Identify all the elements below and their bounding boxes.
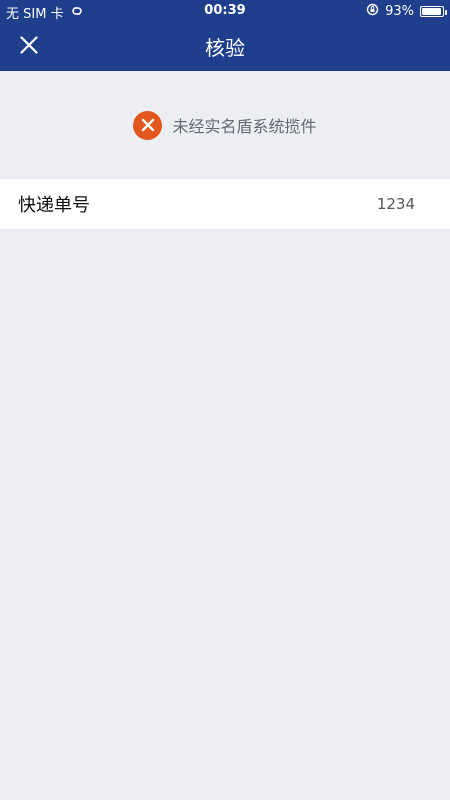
battery-cap bbox=[445, 10, 447, 15]
page-title: 核验 bbox=[205, 36, 245, 60]
screen: 无 SIM 卡 00:39 93% 核验 未经实名盾系统揽件 快递单号 1234 bbox=[0, 0, 450, 800]
verification-result: 未经实名盾系统揽件 bbox=[0, 108, 450, 142]
battery-icon bbox=[420, 6, 447, 17]
status-bar: 无 SIM 卡 00:39 93% bbox=[0, 0, 450, 22]
orientation-lock-icon bbox=[366, 3, 379, 20]
battery-percent: 93% bbox=[385, 4, 414, 19]
tracking-number-value: 1234 bbox=[376, 195, 415, 213]
tracking-number-label: 快递单号 bbox=[18, 195, 90, 216]
error-x-icon bbox=[133, 110, 163, 140]
header: 无 SIM 卡 00:39 93% 核验 bbox=[0, 0, 450, 71]
nav-bar: 核验 bbox=[0, 22, 450, 71]
status-right: 93% bbox=[366, 3, 447, 20]
tracking-number-row: 快递单号 1234 bbox=[0, 179, 450, 229]
result-message: 未经实名盾系统揽件 bbox=[172, 117, 317, 136]
battery-fill bbox=[422, 8, 441, 15]
